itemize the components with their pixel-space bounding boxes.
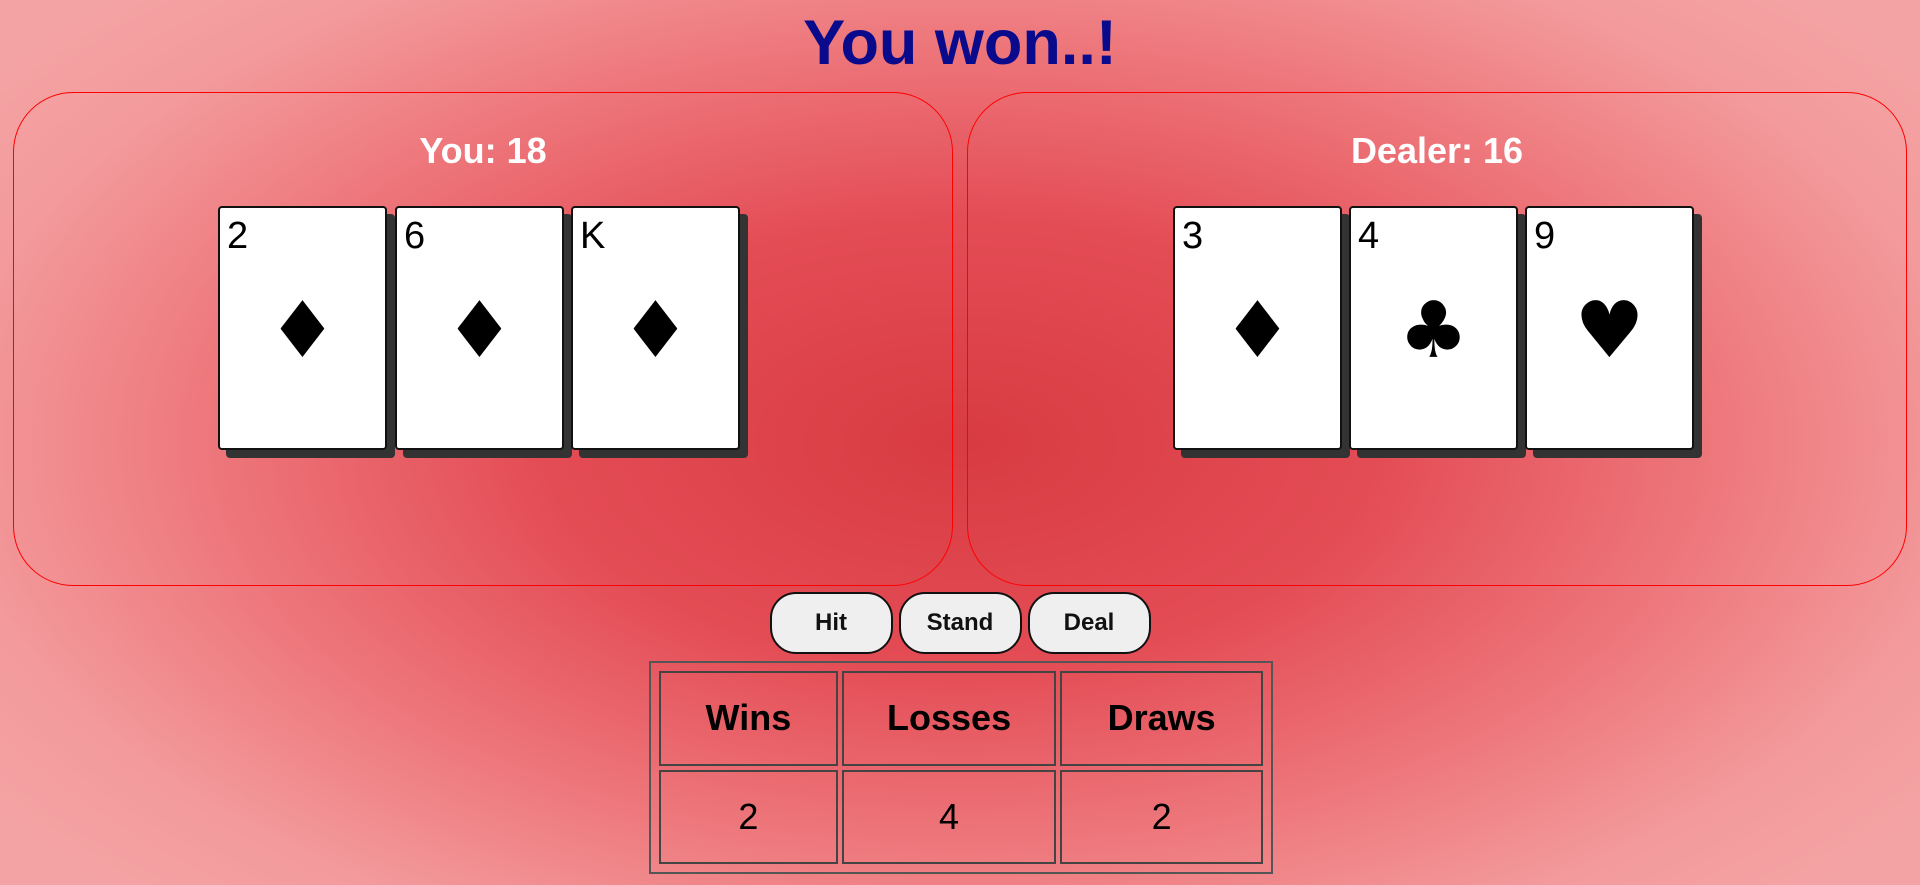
- card-rank: K: [580, 215, 606, 257]
- card-rank: 9: [1534, 215, 1556, 257]
- scoreboard-table: Wins Losses Draws 2 4 2: [655, 667, 1267, 868]
- heart-icon: ♥: [1574, 286, 1645, 376]
- diamond-icon: ♦: [444, 286, 515, 376]
- result-message: You won..!: [803, 8, 1117, 78]
- diamond-icon: ♦: [267, 286, 338, 376]
- draws-value: 2: [1060, 769, 1263, 864]
- diamond-icon: ♦: [620, 286, 691, 376]
- dealer-score-value: 16: [1483, 130, 1524, 171]
- player-score-label: You:: [419, 130, 497, 171]
- player-card-3: K ♦: [571, 206, 740, 450]
- player-hand-panel: You: 18 2 ♦ 6 ♦ K ♦: [13, 92, 953, 586]
- card-rank: 3: [1182, 215, 1204, 257]
- dealer-score-label: Dealer:: [1350, 130, 1473, 171]
- card-rank: 6: [404, 215, 426, 257]
- scoreboard-header-row: Wins Losses Draws: [659, 671, 1263, 766]
- dealer-hand-panel: Dealer: 16 3 ♦ 4 ♣ 9 ♥: [967, 92, 1907, 586]
- scoreboard: Wins Losses Draws 2 4 2: [649, 661, 1273, 874]
- game-controls: Hit Stand Deal: [0, 592, 1920, 654]
- player-score: You: 18: [14, 129, 952, 173]
- dealer-card-2: 4 ♣: [1349, 206, 1518, 450]
- dealer-card-3: 9 ♥: [1525, 206, 1694, 450]
- card-rank: 4: [1358, 215, 1380, 257]
- scoreboard-value-row: 2 4 2: [659, 769, 1263, 864]
- player-card-2: 6 ♦: [395, 206, 564, 450]
- dealer-score: Dealer: 16: [968, 129, 1906, 173]
- card-rank: 2: [227, 215, 249, 257]
- wins-header: Wins: [659, 671, 838, 766]
- losses-value: 4: [841, 769, 1057, 864]
- player-score-value: 18: [506, 130, 547, 171]
- losses-header: Losses: [841, 671, 1057, 766]
- deal-button[interactable]: Deal: [1027, 592, 1151, 654]
- diamond-icon: ♦: [1222, 286, 1293, 376]
- dealer-card-1: 3 ♦: [1173, 206, 1342, 450]
- wins-value: 2: [659, 769, 838, 864]
- club-icon: ♣: [1398, 286, 1469, 376]
- stand-button[interactable]: Stand: [898, 592, 1022, 654]
- hit-button[interactable]: Hit: [769, 592, 893, 654]
- player-card-1: 2 ♦: [218, 206, 387, 450]
- draws-header: Draws: [1060, 671, 1263, 766]
